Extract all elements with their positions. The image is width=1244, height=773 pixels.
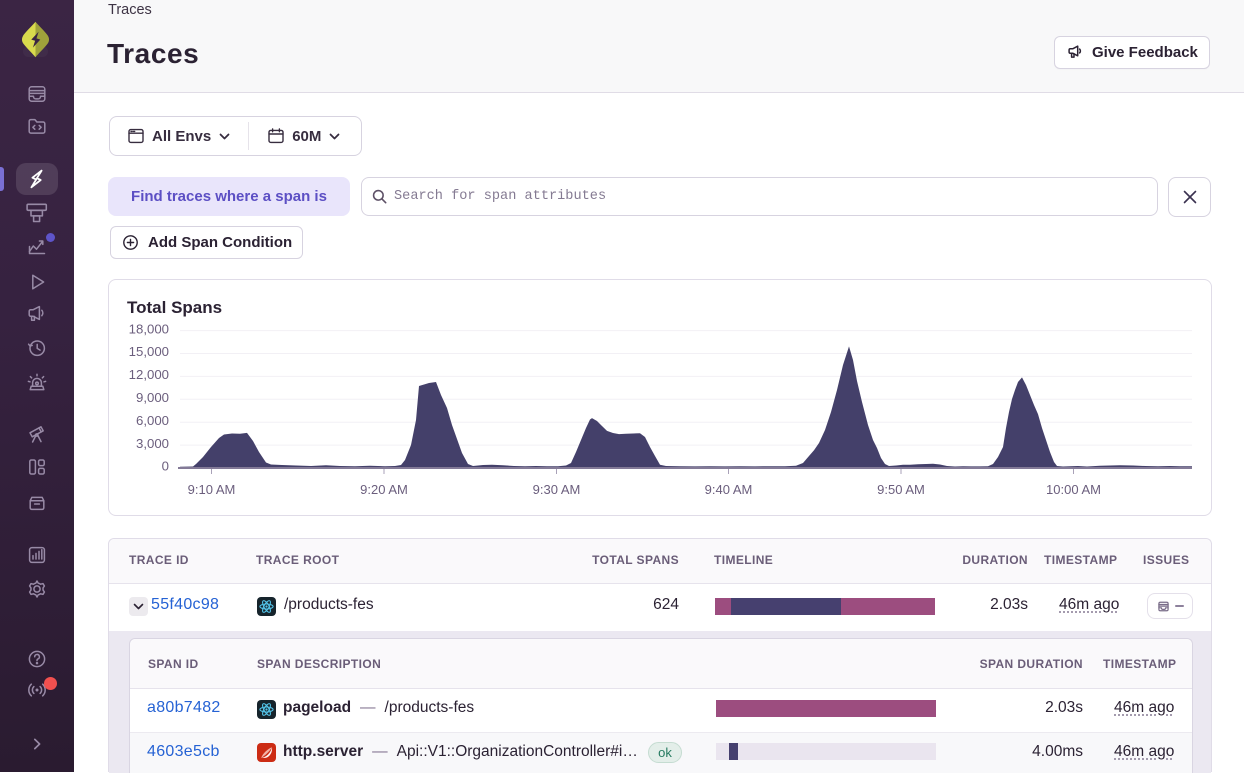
svg-text:15,000: 15,000 [129,344,169,359]
svg-text:6,000: 6,000 [136,413,169,428]
svg-text:3,000: 3,000 [136,436,169,451]
svg-text:9:10 AM: 9:10 AM [188,482,236,497]
svg-text:9:20 AM: 9:20 AM [360,482,408,497]
svg-text:0: 0 [162,459,169,474]
svg-text:12,000: 12,000 [129,367,169,382]
svg-text:18,000: 18,000 [129,321,169,336]
svg-text:9,000: 9,000 [136,390,169,405]
svg-text:10:00 AM: 10:00 AM [1046,482,1101,497]
svg-text:9:40 AM: 9:40 AM [705,482,753,497]
svg-text:9:30 AM: 9:30 AM [533,482,581,497]
svg-text:9:50 AM: 9:50 AM [877,482,925,497]
